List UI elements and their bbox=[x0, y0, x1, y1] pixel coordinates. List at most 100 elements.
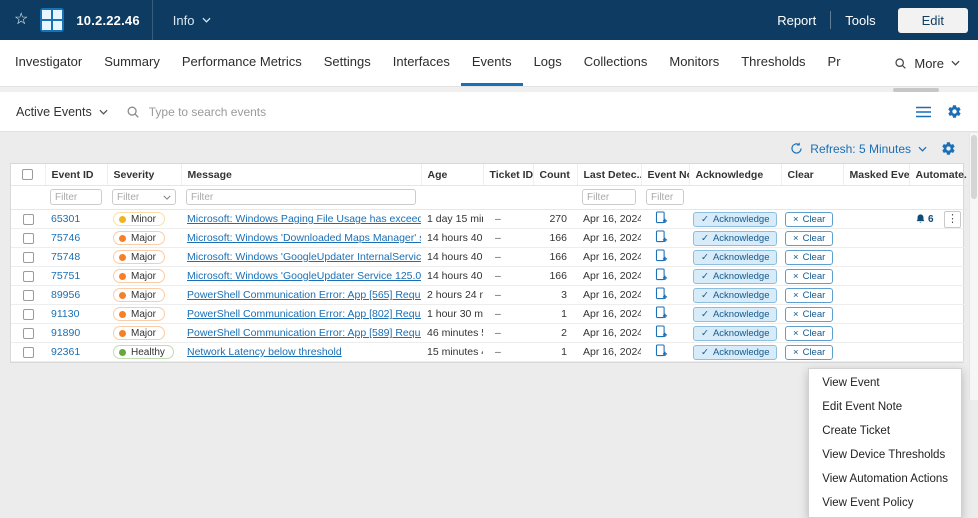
acknowledge-button[interactable]: ✓ Acknowledge bbox=[693, 344, 778, 360]
context-menu-item[interactable]: View Event bbox=[809, 371, 961, 395]
col-header-age[interactable]: Age bbox=[421, 164, 484, 186]
acknowledge-button[interactable]: ✓ Acknowledge bbox=[693, 268, 778, 284]
add-event-note-icon[interactable] bbox=[647, 325, 668, 338]
row-checkbox[interactable] bbox=[22, 251, 34, 263]
context-menu-item[interactable]: Edit Event Note bbox=[809, 395, 961, 419]
event-id-link[interactable]: 89956 bbox=[51, 289, 80, 301]
tab-thresholds[interactable]: Thresholds bbox=[730, 40, 816, 86]
tab-summary[interactable]: Summary bbox=[93, 40, 171, 86]
event-id-link[interactable]: 75751 bbox=[51, 270, 80, 282]
clear-button[interactable]: × Clear bbox=[785, 325, 834, 341]
tools-button[interactable]: Tools bbox=[845, 13, 875, 28]
row-checkbox[interactable] bbox=[22, 346, 34, 358]
col-header-event-note[interactable]: Event Note bbox=[641, 164, 690, 186]
col-header-clear[interactable]: Clear bbox=[781, 164, 844, 186]
acknowledge-button[interactable]: ✓ Acknowledge bbox=[693, 287, 778, 303]
select-all-checkbox[interactable] bbox=[22, 169, 34, 181]
list-options-icon[interactable] bbox=[916, 106, 931, 118]
add-event-note-icon[interactable] bbox=[647, 344, 668, 357]
col-header-event-id[interactable]: Event ID bbox=[45, 164, 108, 186]
event-id-filter-input[interactable] bbox=[50, 189, 102, 205]
last-detected-filter-input[interactable] bbox=[582, 189, 636, 205]
clear-button[interactable]: × Clear bbox=[785, 287, 834, 303]
acknowledge-button[interactable]: ✓ Acknowledge bbox=[693, 306, 778, 322]
grid-settings-gear-icon[interactable] bbox=[941, 141, 956, 156]
clear-button[interactable]: × Clear bbox=[785, 268, 834, 284]
add-event-note-icon[interactable] bbox=[647, 230, 668, 243]
event-message-link[interactable]: PowerShell Communication Error: App [565… bbox=[187, 289, 421, 301]
tab-monitors[interactable]: Monitors bbox=[658, 40, 730, 86]
add-event-note-icon[interactable] bbox=[647, 287, 668, 300]
acknowledge-button[interactable]: ✓ Acknowledge bbox=[693, 211, 778, 227]
context-menu-item[interactable]: View Event Policy bbox=[809, 491, 961, 515]
info-dropdown[interactable]: Info bbox=[173, 13, 212, 28]
message-filter-input[interactable] bbox=[186, 189, 416, 205]
event-message-link[interactable]: PowerShell Communication Error: App [589… bbox=[187, 327, 421, 339]
event-id-link[interactable]: 65301 bbox=[51, 213, 80, 225]
context-menu-item[interactable]: View Automation Actions bbox=[809, 467, 961, 491]
clear-button[interactable]: × Clear bbox=[785, 306, 834, 322]
event-id-link[interactable]: 92361 bbox=[51, 346, 80, 358]
event-id-link[interactable]: 91890 bbox=[51, 327, 80, 339]
event-message-link[interactable]: Microsoft: Windows 'GoogleUpdater Servic… bbox=[187, 270, 421, 282]
row-checkbox[interactable] bbox=[22, 232, 34, 244]
clear-button[interactable]: × Clear bbox=[785, 249, 834, 265]
tab-logs[interactable]: Logs bbox=[523, 40, 573, 86]
row-checkbox[interactable] bbox=[22, 270, 34, 282]
row-menu-button[interactable]: ⋮ bbox=[944, 210, 961, 228]
add-event-note-icon[interactable] bbox=[647, 211, 668, 224]
more-tabs-button[interactable]: More bbox=[884, 40, 974, 86]
vertical-scrollbar[interactable] bbox=[969, 133, 978, 400]
col-header-message[interactable]: Message bbox=[181, 164, 422, 186]
context-menu-item[interactable]: View Device Thresholds bbox=[809, 443, 961, 467]
col-header-last-detected[interactable]: Last Detec... bbox=[577, 164, 642, 186]
acknowledge-button[interactable]: ✓ Acknowledge bbox=[693, 249, 778, 265]
row-checkbox[interactable] bbox=[22, 308, 34, 320]
clear-button[interactable]: × Clear bbox=[785, 230, 834, 246]
edit-button[interactable]: Edit bbox=[897, 7, 968, 33]
col-header-count[interactable]: Count bbox=[533, 164, 578, 186]
tab-interfaces[interactable]: Interfaces bbox=[382, 40, 461, 86]
add-event-note-icon[interactable] bbox=[647, 306, 668, 319]
refresh-control[interactable]: Refresh: 5 Minutes bbox=[790, 142, 927, 156]
context-menu-item[interactable]: Create Ticket bbox=[809, 419, 961, 443]
row-checkbox[interactable] bbox=[22, 213, 34, 225]
event-message-link[interactable]: Microsoft: Windows Paging File Usage has… bbox=[187, 213, 421, 225]
event-id-link[interactable]: 75748 bbox=[51, 251, 80, 263]
events-search-input[interactable] bbox=[148, 104, 898, 119]
event-id-link[interactable]: 75746 bbox=[51, 232, 80, 244]
col-header-severity[interactable]: Severity bbox=[107, 164, 182, 186]
event-message-link[interactable]: Microsoft: Windows 'Downloaded Maps Mana… bbox=[187, 232, 421, 244]
event-id-link[interactable]: 91130 bbox=[51, 308, 79, 320]
col-header-automate[interactable]: Automate... bbox=[909, 164, 967, 186]
gear-icon[interactable] bbox=[947, 104, 962, 119]
report-button[interactable]: Report bbox=[777, 13, 816, 28]
acknowledge-button[interactable]: ✓ Acknowledge bbox=[693, 230, 778, 246]
view-selector-dropdown[interactable]: Active Events bbox=[16, 105, 108, 119]
tab-collections[interactable]: Collections bbox=[573, 40, 659, 86]
tab-scrollbar-thumb[interactable] bbox=[893, 88, 939, 92]
favorite-star-icon[interactable]: ☆ bbox=[14, 12, 28, 28]
row-checkbox[interactable] bbox=[22, 327, 34, 339]
tab-pr[interactable]: Pr bbox=[817, 40, 852, 86]
tab-events[interactable]: Events bbox=[460, 40, 523, 86]
clear-button[interactable]: × Clear bbox=[785, 344, 834, 360]
severity-filter-select[interactable]: Filter bbox=[112, 189, 176, 205]
row-checkbox[interactable] bbox=[22, 289, 34, 301]
event-message-link[interactable]: Network Latency below threshold bbox=[187, 346, 342, 358]
event-message-link[interactable]: Microsoft: Windows 'GoogleUpdater Intern… bbox=[187, 251, 421, 263]
acknowledge-button[interactable]: ✓ Acknowledge bbox=[693, 325, 778, 341]
event-message-link[interactable]: PowerShell Communication Error: App [802… bbox=[187, 308, 421, 320]
col-header-masked-events[interactable]: Masked Events bbox=[843, 164, 910, 186]
add-event-note-icon[interactable] bbox=[647, 268, 668, 281]
automation-actions-indicator[interactable]: 6 bbox=[915, 213, 934, 225]
tab-settings[interactable]: Settings bbox=[313, 40, 382, 86]
tab-scrollbar[interactable] bbox=[0, 86, 978, 92]
clear-button[interactable]: × Clear bbox=[785, 211, 834, 227]
col-header-acknowledge[interactable]: Acknowledge bbox=[689, 164, 782, 186]
tab-investigator[interactable]: Investigator bbox=[4, 40, 93, 86]
add-event-note-icon[interactable] bbox=[647, 249, 668, 262]
col-header-ticket-id[interactable]: Ticket ID bbox=[483, 164, 534, 186]
vertical-scrollbar-thumb[interactable] bbox=[971, 135, 977, 199]
event-note-filter-input[interactable] bbox=[646, 189, 684, 205]
